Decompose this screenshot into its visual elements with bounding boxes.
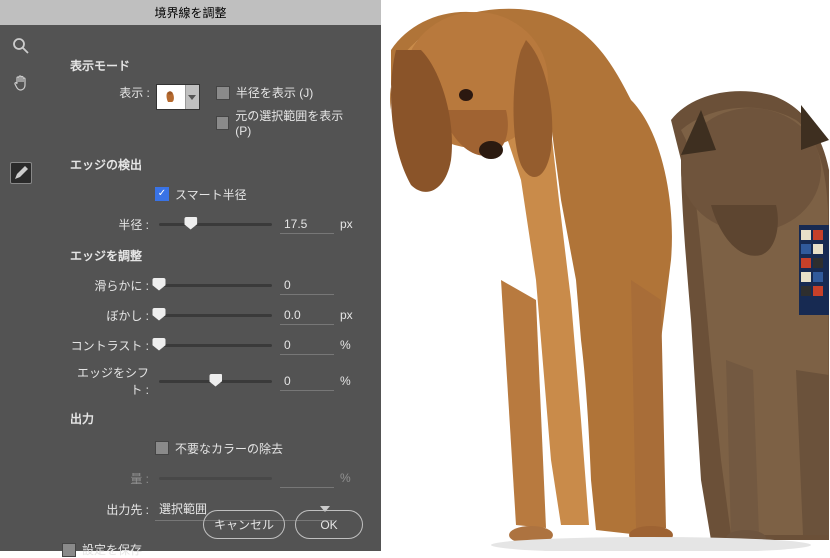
canvas-preview[interactable] <box>381 0 830 551</box>
smooth-slider[interactable] <box>159 284 272 287</box>
show-radius-checkbox[interactable] <box>216 86 230 100</box>
feather-label: ぼかし : <box>70 307 155 324</box>
section-output: 出力 <box>70 410 356 427</box>
smart-radius-checkbox[interactable] <box>155 187 169 201</box>
radius-label: 半径 : <box>70 216 155 233</box>
shift-label: エッジをシフト : <box>70 364 155 398</box>
amount-unit: % <box>334 471 356 485</box>
feather-unit: px <box>334 308 356 322</box>
decontaminate-label: 不要なカラーの除去 <box>175 440 283 457</box>
smooth-label: 滑らかに : <box>70 277 155 294</box>
contrast-slider[interactable] <box>159 344 272 347</box>
shift-input[interactable] <box>280 372 334 391</box>
zoom-tool-icon[interactable] <box>10 35 32 57</box>
radius-input[interactable] <box>280 215 334 234</box>
save-settings-checkbox[interactable] <box>62 543 76 557</box>
cancel-button[interactable]: キャンセル <box>203 510 285 539</box>
amount-label: 量 : <box>70 470 155 487</box>
section-edge-detect: エッジの検出 <box>70 156 356 173</box>
refine-brush-tool-icon[interactable] <box>10 162 32 184</box>
section-view-mode: 表示モード <box>70 57 356 74</box>
contrast-unit: % <box>334 338 356 352</box>
section-edge-adjust: エッジを調整 <box>70 247 356 264</box>
decontaminate-checkbox[interactable] <box>155 441 169 455</box>
contrast-label: コントラスト : <box>70 337 155 354</box>
shift-unit: % <box>334 374 356 388</box>
contrast-input[interactable] <box>280 336 334 355</box>
output-dest-value: 選択範囲 <box>159 500 207 517</box>
feather-input[interactable] <box>280 306 334 325</box>
show-original-checkbox[interactable] <box>216 116 229 130</box>
hand-tool-icon[interactable] <box>10 72 32 94</box>
smooth-input[interactable] <box>280 276 334 295</box>
dialog-title: 境界線を調整 <box>0 0 381 25</box>
radius-unit: px <box>334 217 356 231</box>
view-label: 表示 : <box>70 84 156 101</box>
feather-slider[interactable] <box>159 314 272 317</box>
amount-input <box>280 469 334 488</box>
show-radius-label: 半径を表示 (J) <box>236 84 313 101</box>
smart-radius-label: スマート半径 <box>175 186 247 203</box>
save-settings-label: 設定を保存 <box>82 541 142 558</box>
output-dest-label: 出力先 : <box>70 501 155 518</box>
view-thumbnail <box>157 85 185 109</box>
chevron-down-icon <box>185 85 199 109</box>
ok-button[interactable]: OK <box>295 510 363 539</box>
view-thumbnail-select[interactable] <box>156 84 200 110</box>
radius-slider[interactable] <box>159 223 272 226</box>
show-original-label: 元の選択範囲を表示 (P) <box>235 107 356 138</box>
amount-slider <box>159 477 272 480</box>
shift-slider[interactable] <box>159 380 272 383</box>
